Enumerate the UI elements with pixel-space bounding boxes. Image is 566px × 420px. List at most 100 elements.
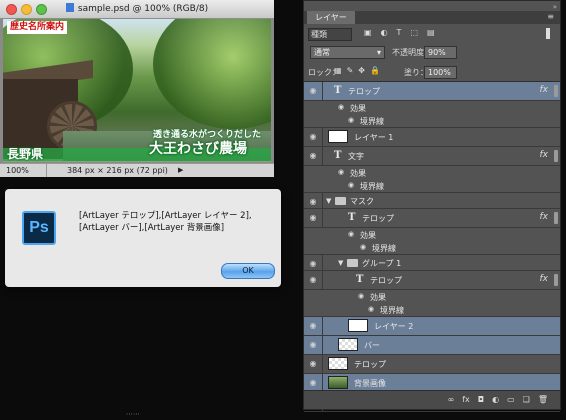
eye-icon[interactable]: ◉ <box>348 181 354 189</box>
lock-row: ロック： ▦ ✎ ✥ 🔒 塗り： 100% <box>304 63 560 82</box>
fx-icon[interactable]: fx <box>540 150 549 160</box>
layer-row[interactable]: ◉ T テロップ fx <box>304 209 560 228</box>
layer-row[interactable]: ◉ T テロップ fx <box>304 82 560 101</box>
layer-row[interactable]: ◉ T 文字 fx <box>304 147 560 166</box>
expand-triangle-icon[interactable]: ▼ <box>326 197 331 205</box>
eye-icon[interactable]: ◉ <box>308 152 318 160</box>
footer-icons: ∞ fx ◘ ◐ ▭ ❏ 🗑 <box>448 395 548 404</box>
eye-icon[interactable]: ◉ <box>308 322 318 330</box>
filter-icons: ▣ ◐ T ⬚ ▤ <box>364 28 435 37</box>
type-filter-icon[interactable]: T <box>397 28 402 37</box>
layer-filter-kind[interactable]: 種類 <box>308 28 352 41</box>
add-style-icon[interactable]: fx <box>462 395 470 404</box>
location-caption-text: 長野県 <box>7 147 44 161</box>
close-window-button[interactable] <box>6 4 17 15</box>
effects-row[interactable]: ◉ 効果 <box>304 290 560 303</box>
lock-position-icon[interactable]: ✥ <box>358 66 365 75</box>
add-mask-icon[interactable]: ◘ <box>478 395 484 404</box>
alert-message: [ArtLayer テロップ],[ArtLayer レイヤー 2],[ArtLa… <box>79 211 252 233</box>
group-row[interactable]: ◉ ▼ マスク <box>304 193 560 209</box>
smart-object-filter-icon[interactable]: ▤ <box>427 28 435 37</box>
layer-thumbnail <box>328 130 348 143</box>
zoom-level[interactable]: 100% <box>0 164 47 177</box>
opacity-field[interactable]: 90% <box>424 46 457 59</box>
effect-row[interactable]: ◉ 境界線 <box>304 179 560 193</box>
panel-menu-icon[interactable]: ≡ <box>547 12 554 21</box>
eye-icon[interactable]: ◉ <box>348 116 354 124</box>
tab-layers[interactable]: レイヤー <box>307 11 355 24</box>
document-dimensions: 384 px × 216 px (72 ppi) <box>67 166 168 175</box>
eye-icon[interactable]: ◉ <box>360 243 366 251</box>
ok-button[interactable]: OK <box>221 263 275 279</box>
layers-panel: » レイヤー ≡ 種類 ▣ ◐ T ⬚ ▤ 通常 不透明度： 90% ロック： … <box>303 0 561 412</box>
status-menu-arrow-icon[interactable]: ▶ <box>178 164 183 177</box>
window-controls <box>6 4 47 15</box>
adjustment-layer-icon[interactable]: ◐ <box>492 395 499 404</box>
eye-icon[interactable]: ◉ <box>308 87 318 95</box>
effects-row[interactable]: ◉ 効果 <box>304 166 560 179</box>
layer-row[interactable]: ◉ レイヤー 1 <box>304 128 560 147</box>
eye-icon[interactable]: ◉ <box>338 103 344 111</box>
scrollbar-thumb[interactable] <box>554 150 558 162</box>
blend-mode-select[interactable]: 通常 <box>310 46 385 59</box>
effects-row[interactable]: ◉ 効果 <box>304 228 560 241</box>
eye-icon[interactable]: ◉ <box>308 379 318 387</box>
effect-row[interactable]: ◉ 境界線 <box>304 303 560 317</box>
main-caption-text: 大王わさび農場 <box>149 141 247 157</box>
layer-row[interactable]: ◉ バー <box>304 336 560 355</box>
lock-all-icon[interactable]: 🔒 <box>370 66 380 75</box>
zoom-window-button[interactable] <box>36 4 47 15</box>
type-layer-icon: T <box>348 212 356 223</box>
new-group-icon[interactable]: ▭ <box>507 395 515 404</box>
shape-filter-icon[interactable]: ⬚ <box>410 28 418 37</box>
minimize-window-button[interactable] <box>21 4 32 15</box>
panel-collapse-icon[interactable]: » <box>553 3 557 11</box>
eye-icon[interactable]: ◉ <box>308 260 318 268</box>
fx-icon[interactable]: fx <box>540 212 549 222</box>
trash-icon[interactable]: 🗑 <box>538 395 548 404</box>
badge-caption: 歴史名所案内 <box>7 21 68 34</box>
resize-grip-icon[interactable]: ⋯⋯ <box>126 410 140 418</box>
fx-icon[interactable]: fx <box>540 274 549 284</box>
eye-icon[interactable]: ◉ <box>308 133 318 141</box>
eye-icon[interactable]: ◉ <box>368 305 374 313</box>
folder-icon <box>347 259 358 267</box>
document-titlebar[interactable]: sample.psd @ 100% (RGB/8) <box>0 0 274 19</box>
psd-file-icon <box>65 3 74 12</box>
eye-icon[interactable]: ◉ <box>308 341 318 349</box>
eye-icon[interactable]: ◉ <box>308 360 318 368</box>
new-layer-icon[interactable]: ❏ <box>523 395 530 404</box>
effects-row[interactable]: ◉ 効果 <box>304 101 560 114</box>
scrollbar-thumb[interactable] <box>554 85 558 97</box>
layer-row[interactable]: ◉ テロップ <box>304 355 560 374</box>
layer-row[interactable]: ◉ レイヤー 2 <box>304 317 560 336</box>
canvas-image[interactable]: 歴史名所案内 透き通る水がつくりだした 大王わさび農場 長野県 <box>3 19 271 162</box>
eye-icon[interactable]: ◉ <box>338 168 344 176</box>
adjustment-filter-icon[interactable]: ◐ <box>381 28 388 37</box>
filter-row: 種類 ▣ ◐ T ⬚ ▤ <box>304 25 560 43</box>
fill-field[interactable]: 100% <box>424 66 457 79</box>
pixel-filter-icon[interactable]: ▣ <box>364 28 372 37</box>
effect-row[interactable]: ◉ 境界線 <box>304 241 560 255</box>
document-statusbar: 100% 384 px × 216 px (72 ppi) ▶ <box>0 163 274 177</box>
panel-footer: ∞ fx ◘ ◐ ▭ ❏ 🗑 <box>304 390 560 409</box>
effect-row[interactable]: ◉ 境界線 <box>304 114 560 128</box>
filter-toggle[interactable] <box>546 28 550 39</box>
eye-icon[interactable]: ◉ <box>308 198 318 206</box>
eye-icon[interactable]: ◉ <box>308 214 318 222</box>
layer-row[interactable]: ◉ T テロップ fx <box>304 271 560 290</box>
lock-transparency-icon[interactable]: ▦ <box>334 66 342 75</box>
expand-triangle-icon[interactable]: ▼ <box>338 259 343 267</box>
layer-thumbnail <box>348 319 368 332</box>
link-layers-icon[interactable]: ∞ <box>448 395 455 404</box>
type-layer-icon: T <box>334 85 342 96</box>
document-window: sample.psd @ 100% (RGB/8) 歴史名所案内 透き通る水がつ… <box>0 0 274 177</box>
group-row[interactable]: ◉ ▼ グループ 1 <box>304 255 560 271</box>
eye-icon[interactable]: ◉ <box>308 276 318 284</box>
scrollbar-thumb[interactable] <box>554 212 558 224</box>
eye-icon[interactable]: ◉ <box>348 230 354 238</box>
scrollbar-thumb[interactable] <box>554 274 558 286</box>
lock-pixels-icon[interactable]: ✎ <box>347 66 354 75</box>
fx-icon[interactable]: fx <box>540 85 549 95</box>
eye-icon[interactable]: ◉ <box>358 292 364 300</box>
